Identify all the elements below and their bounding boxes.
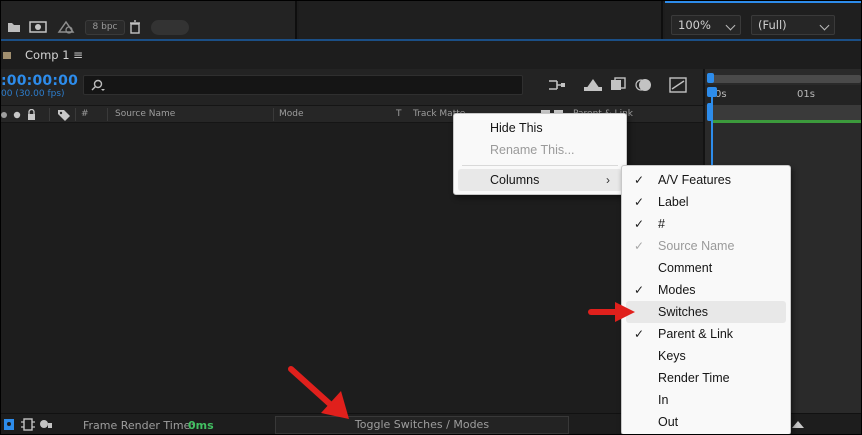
submenu-item-out[interactable]: Out bbox=[626, 411, 786, 433]
layer-switches-pane-icon[interactable] bbox=[3, 418, 15, 431]
column-separator bbox=[49, 108, 50, 121]
frame-rate-readout: 00 (30.00 fps) bbox=[1, 89, 65, 99]
zoom-value: 100% bbox=[678, 18, 711, 32]
panel-menu-icon[interactable]: ≡ bbox=[73, 48, 83, 62]
menu-item-label: Label bbox=[658, 195, 689, 209]
menu-item-label: A/V Features bbox=[658, 173, 731, 187]
check-icon: ✓ bbox=[634, 239, 645, 253]
menu-item-label: Modes bbox=[658, 283, 696, 297]
column-separator bbox=[107, 108, 108, 121]
menu-item-label: Rename This... bbox=[490, 143, 575, 157]
submenu-item-number[interactable]: ✓ # bbox=[626, 213, 786, 235]
time-navigator-bar[interactable] bbox=[711, 75, 861, 83]
check-icon: ✓ bbox=[634, 195, 645, 209]
project-scroll-thumb[interactable] bbox=[151, 20, 189, 35]
menu-item-label: Columns bbox=[490, 173, 540, 187]
comp-label-swatch bbox=[3, 52, 11, 59]
timeline-controls: :00:00:00 00 (30.00 fps) bbox=[1, 69, 703, 105]
menu-item-hide-this[interactable]: Hide This bbox=[458, 117, 622, 139]
submenu-arrow-icon: › bbox=[606, 173, 610, 187]
frame-blending-icon[interactable] bbox=[609, 77, 627, 93]
layer-search-input[interactable] bbox=[83, 75, 523, 95]
folder-icon[interactable] bbox=[7, 21, 21, 33]
check-icon: ✓ bbox=[634, 217, 645, 231]
menu-item-label: Render Time bbox=[658, 371, 730, 385]
bpc-button[interactable]: 8 bpc bbox=[85, 20, 125, 35]
header-context-menu: Hide This Rename This... Columns › bbox=[453, 113, 627, 195]
work-area-start-handle[interactable] bbox=[707, 103, 713, 121]
menu-item-rename-this: Rename This... bbox=[458, 139, 622, 161]
new-composition-icon[interactable] bbox=[29, 20, 47, 34]
chevron-down-icon bbox=[725, 20, 736, 31]
red-arrow-annotation-toggle bbox=[288, 366, 349, 419]
submenu-item-keys[interactable]: Keys bbox=[626, 345, 786, 367]
resolution-value: (Full) bbox=[758, 18, 787, 32]
column-source-name[interactable]: Source Name bbox=[115, 109, 175, 119]
submenu-item-av-features[interactable]: ✓ A/V Features bbox=[626, 169, 786, 191]
submenu-item-comment[interactable]: Comment bbox=[626, 257, 786, 279]
ruler-tick-label: 01s bbox=[797, 89, 815, 100]
chevron-down-icon bbox=[819, 20, 830, 31]
submenu-item-label[interactable]: ✓ Label bbox=[626, 191, 786, 213]
time-navigator-start-handle[interactable] bbox=[707, 73, 714, 83]
menu-item-label: Switches bbox=[658, 305, 709, 319]
av-switch-icons bbox=[1, 109, 35, 120]
active-panel-highlight bbox=[665, 1, 861, 3]
submenu-item-render-time[interactable]: Render Time bbox=[626, 367, 786, 389]
zoom-select[interactable]: 100% bbox=[671, 15, 741, 35]
motion-blur-icon[interactable] bbox=[635, 77, 653, 93]
menu-item-label: # bbox=[658, 217, 665, 231]
check-icon: ✓ bbox=[634, 283, 645, 297]
resolution-select[interactable]: (Full) bbox=[751, 15, 835, 35]
submenu-item-source-name: ✓ Source Name bbox=[626, 235, 786, 257]
comp-tab-title[interactable]: Comp 1 bbox=[25, 48, 70, 62]
current-timecode[interactable]: :00:00:00 bbox=[1, 73, 78, 89]
menu-item-label: In bbox=[658, 393, 669, 407]
menu-separator bbox=[462, 165, 618, 166]
red-arrow-annotation-switches bbox=[588, 302, 635, 322]
check-icon: ✓ bbox=[634, 173, 645, 187]
submenu-item-parent-link[interactable]: ✓ Parent & Link bbox=[626, 323, 786, 345]
transfer-controls-pane-icon[interactable] bbox=[21, 418, 35, 431]
work-area-bar[interactable] bbox=[711, 105, 861, 121]
menu-item-label: Keys bbox=[658, 349, 686, 363]
draft-3d-icon[interactable] bbox=[583, 77, 603, 93]
viewer-controls: 100% (Full) bbox=[665, 1, 861, 41]
submenu-item-in[interactable]: In bbox=[626, 389, 786, 411]
project-panel-footer: 8 bpc bbox=[1, 1, 297, 41]
menu-item-label: Hide This bbox=[490, 121, 543, 135]
render-cache-indicator bbox=[711, 120, 861, 123]
frame-render-time-label: Frame Render Time: bbox=[83, 419, 195, 432]
composition-viewer-footer bbox=[299, 1, 663, 41]
after-effects-window: 8 bpc 100% (Full) Comp 1 ≡:00:00:00 00 … bbox=[0, 0, 862, 435]
column-number[interactable]: # bbox=[81, 109, 89, 119]
render-time-pane-icon[interactable] bbox=[39, 418, 53, 431]
search-icon bbox=[91, 79, 105, 91]
composition-flowchart-icon[interactable] bbox=[547, 77, 567, 93]
menu-item-label: Source Name bbox=[658, 239, 735, 253]
zoom-in-mountain-icon[interactable] bbox=[791, 419, 805, 429]
submenu-item-modes[interactable]: ✓ Modes bbox=[626, 279, 786, 301]
trash-icon[interactable] bbox=[129, 20, 141, 34]
column-mode[interactable]: Mode bbox=[279, 109, 304, 119]
column-t[interactable]: T bbox=[396, 109, 402, 119]
comp-tab-row: Comp 1 ≡ bbox=[1, 41, 861, 69]
menu-item-columns[interactable]: Columns › bbox=[458, 169, 622, 191]
columns-submenu: ✓ A/V Features ✓ Label ✓ # ✓ Source Name… bbox=[621, 165, 791, 434]
submenu-item-switches[interactable]: Switches bbox=[626, 301, 786, 323]
menu-item-label: Parent & Link bbox=[658, 327, 734, 341]
label-tag-icon[interactable] bbox=[57, 109, 71, 121]
graph-editor-icon[interactable] bbox=[669, 77, 687, 93]
menu-item-label: Comment bbox=[658, 261, 713, 275]
frame-render-time-value: 0ms bbox=[188, 419, 214, 432]
column-separator bbox=[273, 108, 274, 121]
menu-item-label: Out bbox=[658, 415, 679, 429]
time-ruler[interactable]: 0s 01s bbox=[705, 85, 861, 105]
current-time-indicator-head[interactable] bbox=[707, 87, 717, 97]
top-toolbar-strip: 8 bpc 100% (Full) bbox=[1, 1, 861, 41]
project-settings-icon[interactable] bbox=[57, 20, 75, 34]
column-separator bbox=[75, 108, 76, 121]
check-icon: ✓ bbox=[634, 327, 645, 341]
